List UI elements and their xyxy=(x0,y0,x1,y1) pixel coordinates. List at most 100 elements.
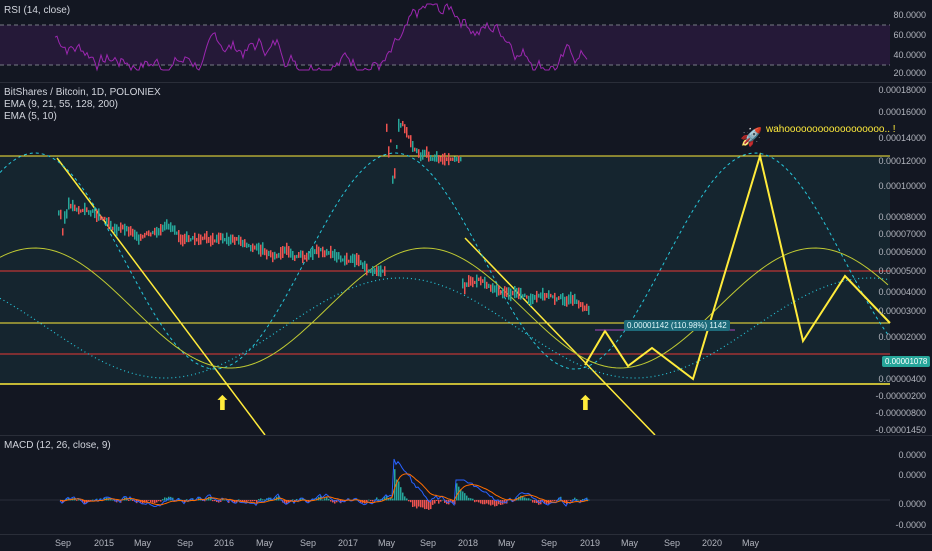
macd-bar xyxy=(378,499,380,501)
candle xyxy=(580,302,582,308)
candle xyxy=(288,246,290,258)
candle xyxy=(410,135,412,148)
candle xyxy=(548,290,550,299)
arrow-up-icon: ⬆ xyxy=(577,393,594,415)
candle xyxy=(542,287,544,301)
candle xyxy=(588,305,590,315)
macd-bar xyxy=(214,500,216,502)
candle xyxy=(218,232,220,245)
candle xyxy=(132,228,134,237)
macd-bar xyxy=(466,495,468,501)
macd-bar xyxy=(152,500,154,503)
annotation-text[interactable]: wahoooooooooooooooooo.. ! xyxy=(766,124,896,135)
candle xyxy=(442,153,444,165)
macd-bar xyxy=(370,500,372,502)
candle xyxy=(412,141,414,152)
candle xyxy=(292,250,294,261)
candle xyxy=(362,262,364,269)
candle xyxy=(554,292,556,305)
time-label: Sep xyxy=(177,538,194,548)
macd-bar xyxy=(258,499,260,501)
time-axis[interactable]: Sep 2015 May Sep 2016 May Sep 2017 May S… xyxy=(0,534,932,551)
symbol-legend[interactable]: BitShares / Bitcoin, 1D, POLONIEX xyxy=(4,87,161,99)
candle xyxy=(354,254,356,268)
rsi-level-40: 40.0000 xyxy=(893,50,926,60)
ema-legend-2[interactable]: EMA (5, 10) xyxy=(4,111,57,123)
macd-bar xyxy=(252,500,254,502)
time-label: 2015 xyxy=(94,538,115,548)
rsi-pane[interactable]: RSI (14, close) 80.0000 60.0000 40.0000 … xyxy=(0,0,932,82)
candle xyxy=(274,251,276,260)
candle xyxy=(204,233,206,240)
macd-bar xyxy=(530,499,532,501)
candle xyxy=(96,209,98,222)
candle xyxy=(456,157,458,162)
candle xyxy=(100,215,102,221)
rsi-legend[interactable]: RSI (14, close) xyxy=(4,5,70,17)
candle xyxy=(416,148,418,154)
candle xyxy=(216,234,218,243)
candle xyxy=(468,275,470,287)
candle xyxy=(446,157,448,162)
candle xyxy=(144,232,146,238)
macd-bar xyxy=(326,497,328,501)
main-pane[interactable]: BitShares / Bitcoin, 1D, POLONIEX EMA (9… xyxy=(0,83,932,435)
macd-bar xyxy=(372,500,374,502)
candle xyxy=(268,250,270,257)
macd-bar xyxy=(410,500,412,503)
candle xyxy=(234,236,236,245)
candle xyxy=(360,260,362,266)
macd-bar xyxy=(528,498,530,501)
rsi-level-20: 20.0000 xyxy=(893,68,926,78)
candle xyxy=(260,244,262,257)
candle xyxy=(566,296,568,307)
candle xyxy=(516,287,518,298)
rsi-level-60: 60.0000 xyxy=(893,30,926,40)
macd-bar xyxy=(162,499,164,501)
macd-bar xyxy=(456,483,458,501)
macd-pane[interactable]: MACD (12, 26, close, 9) 0.0000 0.0000 0.… xyxy=(0,436,932,534)
candle xyxy=(264,248,266,256)
candle xyxy=(320,247,322,252)
time-label: Sep xyxy=(541,538,558,548)
macd-bar xyxy=(150,500,152,503)
ema-legend-1[interactable]: EMA (9, 21, 55, 128, 200) xyxy=(4,99,118,111)
macd-bar xyxy=(398,481,400,501)
candle xyxy=(60,209,62,220)
candle xyxy=(562,293,564,306)
candle xyxy=(314,249,316,255)
candle xyxy=(464,282,466,295)
macd-bar xyxy=(368,499,370,501)
candle xyxy=(72,199,74,212)
candle xyxy=(230,234,232,245)
macd-bar xyxy=(248,500,250,501)
candle xyxy=(304,254,306,260)
candle xyxy=(286,242,288,255)
macd-bar xyxy=(328,498,330,501)
macd-legend[interactable]: MACD (12, 26, close, 9) xyxy=(4,440,111,452)
candle xyxy=(364,260,366,272)
candle xyxy=(312,247,314,260)
macd-bar xyxy=(484,500,486,505)
macd-bar xyxy=(578,499,580,501)
macd-bar xyxy=(412,500,414,507)
candle xyxy=(452,157,454,161)
candle xyxy=(426,146,428,158)
price-level: 0.00004000 xyxy=(878,287,926,297)
candle xyxy=(162,224,164,232)
candle xyxy=(70,203,72,209)
candle xyxy=(358,254,360,267)
price-level: 0.00002000 xyxy=(878,332,926,342)
macd-bar xyxy=(552,500,554,501)
candle xyxy=(90,210,92,217)
candle xyxy=(110,220,112,230)
candle xyxy=(294,255,296,262)
candle xyxy=(500,290,502,295)
candle xyxy=(140,233,142,241)
candle xyxy=(528,295,530,305)
candle xyxy=(550,293,552,298)
candle xyxy=(190,238,192,242)
macd-bar xyxy=(422,500,424,508)
macd-bar xyxy=(478,500,480,503)
measure-label[interactable]: 0.00001142 (110.98%) 1142 xyxy=(624,320,730,331)
